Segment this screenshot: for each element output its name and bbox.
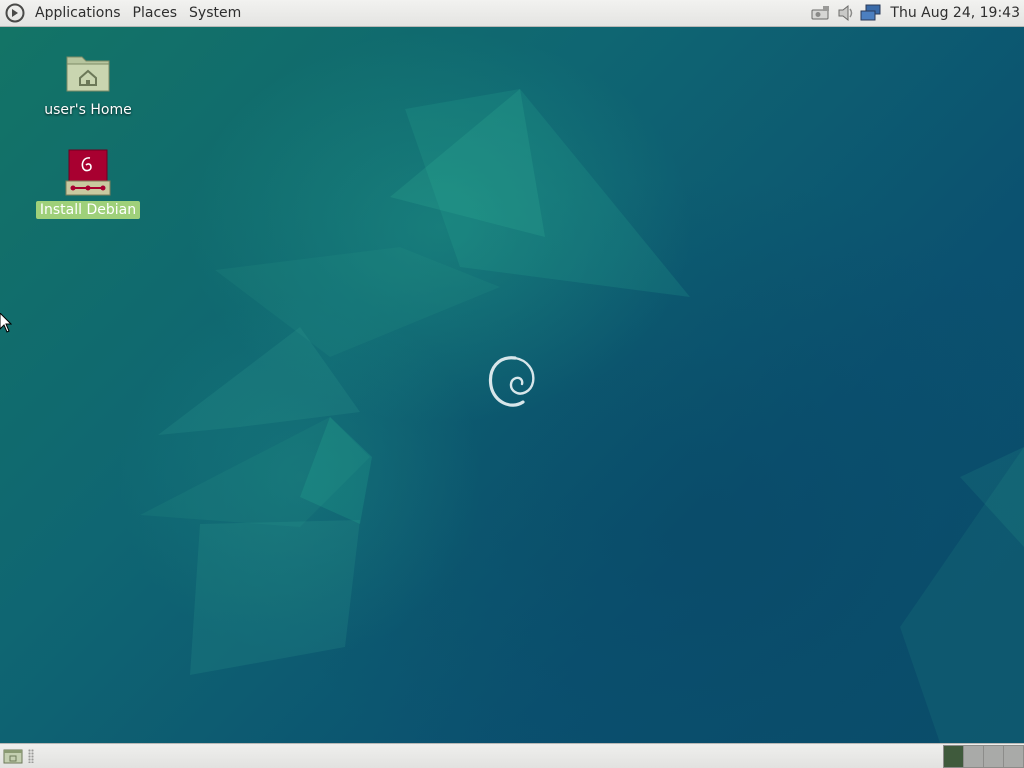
debian-installer-icon (64, 149, 112, 197)
screen: Applications Places System Thu Aug 24, 1… (0, 0, 1024, 768)
system-menu[interactable]: System (185, 0, 245, 27)
show-desktop-icon[interactable] (2, 746, 24, 766)
system-tray: Thu Aug 24, 19:43 (807, 0, 1024, 27)
home-folder-icon (64, 49, 112, 97)
desktop-icon-install-debian[interactable]: Install Debian (35, 149, 141, 219)
workspace-1[interactable] (943, 744, 964, 768)
volume-icon[interactable] (835, 2, 857, 24)
applications-menu[interactable]: Applications (31, 0, 125, 27)
top-panel: Applications Places System Thu Aug 24, 1… (0, 0, 1024, 27)
mate-menu-logo-icon[interactable] (5, 3, 25, 23)
workspace-2[interactable] (963, 744, 984, 768)
clock[interactable]: Thu Aug 24, 19:43 (890, 5, 1020, 21)
network-wired-icon[interactable] (810, 2, 832, 24)
workspace-4[interactable] (1003, 744, 1024, 768)
debian-swirl-logo (488, 356, 535, 407)
panel-drag-handle[interactable] (28, 749, 34, 763)
desktop-icon-home[interactable]: user's Home (38, 49, 138, 119)
workspace-switcher (943, 744, 1024, 768)
places-menu[interactable]: Places (129, 0, 182, 27)
network-icon[interactable] (860, 2, 882, 24)
workspace-3[interactable] (983, 744, 1004, 768)
desktop[interactable]: user's Home Install Debian (0, 27, 1024, 743)
bottom-panel (0, 743, 1024, 768)
mouse-cursor-icon (0, 313, 12, 333)
desktop-icon-label: Install Debian (35, 201, 141, 219)
desktop-icon-label: user's Home (44, 102, 132, 118)
